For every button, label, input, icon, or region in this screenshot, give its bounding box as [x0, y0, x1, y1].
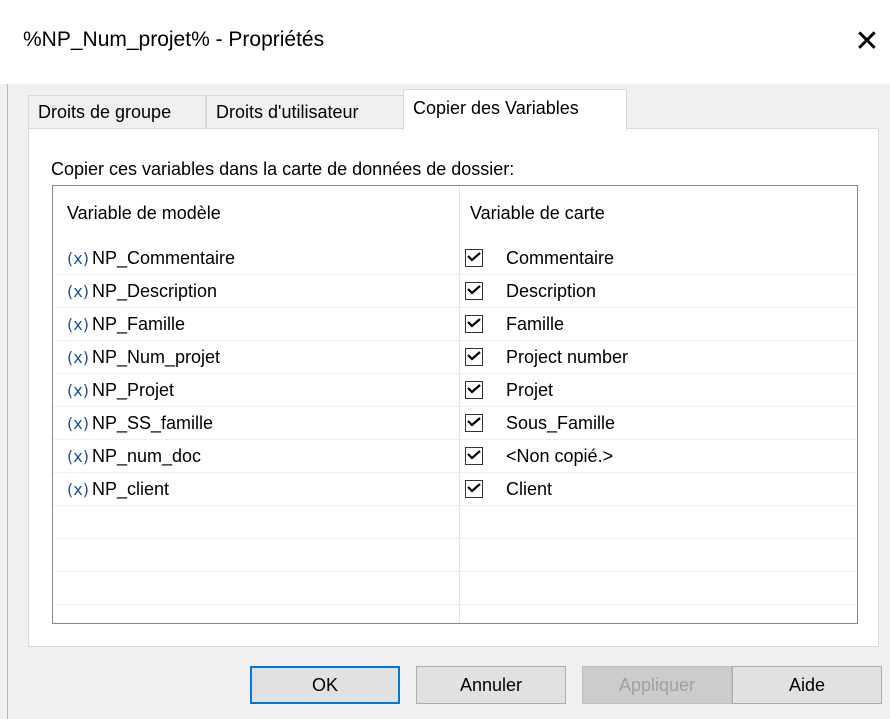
tab-droits-utilisateur[interactable]: Droits d'utilisateur	[206, 95, 404, 129]
list-row[interactable]: (x) NP_client Client	[53, 473, 857, 506]
copy-checkbox[interactable]	[465, 282, 483, 300]
template-variable-name: NP_client	[91, 479, 169, 499]
cancel-button[interactable]: Annuler	[416, 666, 566, 704]
checkmark-icon	[467, 351, 481, 361]
tab-panel: Copier ces variables dans la carte de do…	[28, 128, 879, 647]
window-title: %NP_Num_projet% - Propriétés	[23, 28, 325, 51]
checkmark-icon	[467, 483, 481, 493]
card-variable-cell[interactable]: Project number	[506, 341, 628, 374]
apply-button: Appliquer	[582, 666, 732, 704]
template-variable-cell: (x) NP_Description	[67, 275, 217, 308]
list-row[interactable]: (x) NP_num_doc <Non copié.>	[53, 440, 857, 473]
header-separator	[857, 194, 858, 234]
column-header-card-variable[interactable]: Variable de carte	[470, 186, 605, 236]
card-variable-cell[interactable]: Client	[506, 473, 552, 506]
template-variable-cell: (x) NP_Commentaire	[67, 242, 235, 275]
list-row	[53, 506, 857, 539]
variable-icon: (x)	[67, 249, 89, 268]
checkmark-icon	[467, 450, 481, 460]
variable-icon: (x)	[67, 480, 89, 499]
copy-checkbox[interactable]	[465, 315, 483, 333]
card-variable-cell[interactable]: Famille	[506, 308, 564, 341]
template-variable-name: NP_Num_projet	[91, 347, 221, 367]
template-variable-cell: (x) NP_Num_projet	[67, 341, 220, 374]
template-variable-name: NP_num_doc	[91, 446, 202, 466]
help-button[interactable]: Aide	[732, 666, 882, 704]
template-variable-cell: (x) NP_client	[67, 473, 169, 506]
checkmark-icon	[467, 318, 481, 328]
checkmark-icon	[467, 384, 481, 394]
ok-button[interactable]: OK	[250, 666, 400, 704]
variable-icon: (x)	[67, 315, 89, 334]
column-header-template-variable[interactable]: Variable de modèle	[67, 186, 221, 236]
list-row[interactable]: (x) NP_Projet Projet	[53, 374, 857, 407]
copy-checkbox[interactable]	[465, 348, 483, 366]
variable-icon: (x)	[67, 348, 89, 367]
list-row[interactable]: (x) NP_Famille Famille	[53, 308, 857, 341]
window-frame	[0, 84, 8, 719]
template-variable-cell: (x) NP_Projet	[67, 374, 174, 407]
title-bar: %NP_Num_projet% - Propriétés ✕	[0, 0, 890, 84]
template-variable-name: NP_Projet	[91, 380, 174, 400]
close-icon[interactable]: ✕	[848, 20, 886, 64]
list-row[interactable]: (x) NP_Num_projet Project number	[53, 341, 857, 374]
list-row[interactable]: (x) NP_Description Description	[53, 275, 857, 308]
variable-icon: (x)	[67, 282, 89, 301]
template-variable-cell: (x) NP_SS_famille	[67, 407, 213, 440]
template-variable-cell: (x) NP_num_doc	[67, 440, 201, 473]
checkmark-icon	[467, 252, 481, 262]
list-row	[53, 539, 857, 572]
list-row	[53, 572, 857, 605]
copy-checkbox[interactable]	[465, 381, 483, 399]
card-variable-cell[interactable]: Commentaire	[506, 242, 614, 275]
template-variable-cell: (x) NP_Famille	[67, 308, 185, 341]
template-variable-name: NP_SS_famille	[91, 413, 214, 433]
variable-icon: (x)	[67, 447, 89, 466]
card-variable-cell[interactable]: <Non copié.>	[506, 440, 613, 473]
copy-checkbox[interactable]	[465, 414, 483, 432]
card-variable-cell[interactable]: Description	[506, 275, 596, 308]
panel-label: Copier ces variables dans la carte de do…	[51, 159, 515, 179]
copy-checkbox[interactable]	[465, 480, 483, 498]
list-row[interactable]: (x) NP_SS_famille Sous_Famille	[53, 407, 857, 440]
card-variable-cell[interactable]: Sous_Famille	[506, 407, 615, 440]
card-variable-cell[interactable]: Projet	[506, 374, 553, 407]
copy-checkbox[interactable]	[465, 249, 483, 267]
checkmark-icon	[467, 285, 481, 295]
template-variable-name: NP_Famille	[91, 314, 185, 334]
template-variable-name: NP_Description	[91, 281, 218, 301]
tab-copier-des-variables[interactable]: Copier des Variables	[403, 89, 627, 130]
tab-droits-de-groupe[interactable]: Droits de groupe	[28, 95, 206, 129]
variable-icon: (x)	[67, 414, 89, 433]
copy-checkbox[interactable]	[465, 447, 483, 465]
checkmark-icon	[467, 417, 481, 427]
variable-icon: (x)	[67, 381, 89, 400]
list-row[interactable]: (x) NP_Commentaire Commentaire	[53, 242, 857, 275]
template-variable-name: NP_Commentaire	[91, 248, 236, 268]
variables-list[interactable]: Variable de modèle Variable de carte (x)…	[52, 185, 858, 624]
